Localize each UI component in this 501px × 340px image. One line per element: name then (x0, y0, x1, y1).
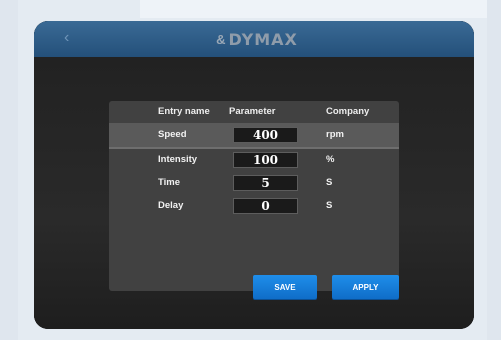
row-unit: S (326, 177, 333, 188)
row-unit: % (326, 154, 335, 165)
column-header-entry-name: Entry name (158, 106, 210, 117)
column-header-company: Company (326, 106, 370, 117)
table-row-delay: Delay 0 S (109, 195, 399, 217)
apply-button[interactable]: APPLY (332, 275, 399, 299)
table-row-intensity: Intensity 100 % (109, 149, 399, 171)
speed-input[interactable]: 400 (233, 127, 298, 143)
row-label: Delay (158, 200, 184, 211)
header-bar: ‹ & DYMAX (34, 21, 474, 57)
table-row-speed: Speed 400 rpm (109, 123, 399, 147)
logo-mark: & (216, 31, 226, 47)
table-row-time: Time 5 S (109, 172, 399, 194)
table-header: Entry name Parameter Company (109, 101, 399, 121)
screen-background: Entry name Parameter Company Speed 400 r… (34, 57, 474, 329)
save-button[interactable]: SAVE (253, 275, 317, 299)
row-label: Time (158, 177, 181, 188)
row-label: Speed (158, 129, 187, 140)
brand-logo: & DYMAX (197, 29, 317, 49)
background-left (0, 0, 18, 340)
time-input[interactable]: 5 (233, 175, 298, 191)
chevron-left-icon[interactable]: ‹ (64, 30, 74, 46)
background-band (140, 0, 501, 18)
intensity-input[interactable]: 100 (233, 152, 298, 168)
column-header-parameter: Parameter (229, 106, 276, 117)
row-unit: S (326, 200, 333, 211)
background-right (487, 0, 501, 340)
row-unit: rpm (326, 129, 344, 140)
device-screen: ‹ & DYMAX Entry name Parameter Company S… (34, 21, 474, 329)
settings-panel: Entry name Parameter Company Speed 400 r… (109, 101, 399, 299)
logo-text: DYMAX (228, 29, 298, 49)
delay-input[interactable]: 0 (233, 198, 298, 214)
row-label: Intensity (158, 154, 198, 165)
